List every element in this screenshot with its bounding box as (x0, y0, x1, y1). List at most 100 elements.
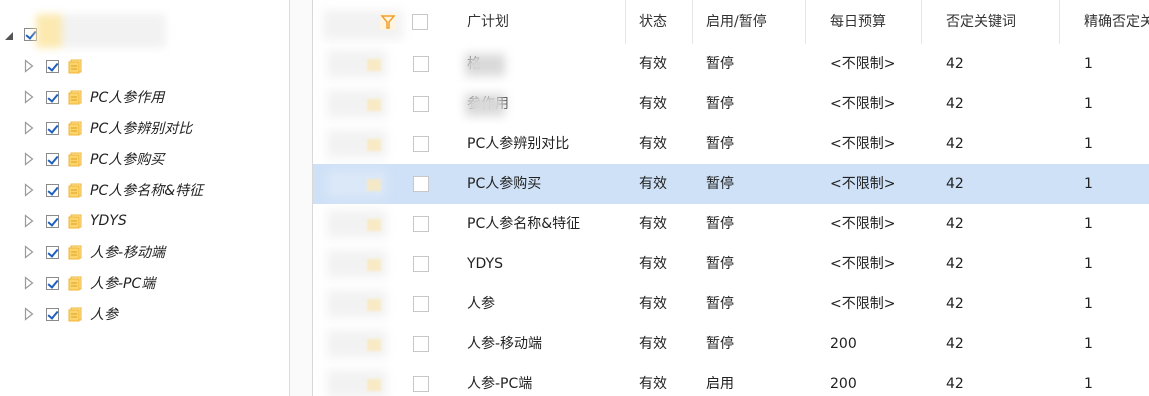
cell-plan: PC人参购买 (467, 176, 542, 192)
cell-exact-negative: 1 (1084, 96, 1093, 112)
tree-item-checkbox[interactable] (46, 121, 59, 135)
table-row[interactable]: PC人参购买 有效 暂停 <不限制> 42 1 (313, 164, 1149, 205)
table-row[interactable]: PC人参辨别对比 有效 暂停 <不限制> 42 1 (313, 124, 1149, 165)
cell-exact-negative: 1 (1084, 56, 1093, 72)
tree-item[interactable]: 人参-PC端 (0, 273, 155, 293)
tree-item-checkbox[interactable] (46, 276, 59, 290)
tree-root[interactable] (0, 24, 37, 44)
redacted-root-label (36, 14, 166, 48)
cell-exact-negative: 1 (1084, 296, 1093, 312)
tree-item-checkbox[interactable] (46, 59, 59, 73)
table-row[interactable]: 人参-PC端 有效 启用 200 42 1 (313, 364, 1149, 396)
tree-item[interactable]: PC人参作用 (0, 87, 164, 107)
row-checkbox[interactable] (413, 256, 429, 272)
cell-plan: 人参-移动端 (467, 336, 543, 352)
table-row[interactable]: 参作用有效暂停<不限制>421 (313, 84, 1149, 125)
cell-budget: <不限制> (830, 256, 896, 272)
tree-item[interactable]: YDYS (0, 211, 127, 231)
row-status-icon (367, 179, 381, 191)
row-checkbox[interactable] (413, 136, 429, 152)
cell-negative-keywords: 42 (946, 216, 964, 232)
cell-enabled: 暂停 (706, 256, 734, 272)
cell-negative-keywords: 42 (946, 256, 964, 272)
col-plan[interactable]: 广计划 (441, 0, 626, 44)
tree-item-label: PC人参购买 (90, 152, 165, 168)
triangle-right-icon[interactable] (24, 90, 34, 104)
tree-item-checkbox[interactable] (46, 214, 59, 228)
tree-item-checkbox[interactable] (46, 307, 59, 321)
cell-status: 有效 (639, 96, 667, 112)
row-status-icon (367, 99, 381, 111)
cell-budget: <不限制> (830, 176, 896, 192)
tree-item-label: 人参-移动端 (90, 245, 166, 261)
cell-enabled: 暂停 (706, 176, 734, 192)
row-status-icon (367, 259, 381, 271)
folder-icon (68, 59, 82, 74)
cell-enabled: 暂停 (706, 136, 734, 152)
cell-exact-negative: 1 (1084, 376, 1093, 392)
triangle-right-icon[interactable] (24, 245, 34, 259)
triangle-down-icon[interactable] (4, 29, 14, 40)
cell-status: 有效 (639, 56, 667, 72)
triangle-right-icon[interactable] (24, 152, 34, 166)
tree-item[interactable]: PC人参名称&特征 (0, 180, 203, 200)
tree-item-checkbox[interactable] (46, 152, 59, 166)
tree-item-checkbox[interactable] (46, 245, 59, 259)
tree-item[interactable]: PC人参辨别对比 (0, 118, 192, 138)
cell-negative-keywords: 42 (946, 96, 964, 112)
cell-enabled: 暂停 (706, 56, 734, 72)
folder-icon (68, 183, 82, 198)
row-checkbox[interactable] (413, 216, 429, 232)
triangle-right-icon[interactable] (24, 59, 34, 73)
cell-negative-keywords: 42 (946, 376, 964, 392)
folder-icon (68, 90, 82, 105)
triangle-right-icon[interactable] (24, 214, 34, 228)
tree-item[interactable]: 人参-移动端 (0, 242, 165, 262)
table-row[interactable]: 人参-移动端 有效 暂停 200 42 1 (313, 324, 1149, 365)
cell-budget: <不限制> (830, 56, 896, 72)
cell-exact-negative: 1 (1084, 176, 1093, 192)
col-status[interactable]: 状态 (626, 0, 693, 44)
table-row[interactable]: YDYS 有效 暂停 <不限制> 42 1 (313, 244, 1149, 285)
splitter-gap (290, 0, 312, 396)
triangle-right-icon[interactable] (24, 121, 34, 135)
col-budget[interactable]: 每日预算 (806, 0, 922, 44)
cell-status: 有效 (639, 336, 667, 352)
cell-negative-keywords: 42 (946, 136, 964, 152)
filter-icon[interactable] (379, 13, 397, 31)
tree-item-checkbox[interactable] (46, 183, 59, 197)
folder-icon (68, 121, 82, 136)
table-row[interactable]: 人参 有效 暂停 <不限制> 42 1 (313, 284, 1149, 325)
cell-budget: 200 (830, 336, 857, 352)
table-row[interactable]: PC人参名称&特征 有效 暂停 <不限制> 42 1 (313, 204, 1149, 245)
row-checkbox[interactable] (413, 296, 429, 312)
cell-plan: 人参 (467, 296, 495, 312)
cell-exact-negative: 1 (1084, 216, 1093, 232)
cell-enabled: 暂停 (706, 96, 734, 112)
cell-negative-keywords: 42 (946, 336, 964, 352)
tree-item-label: PC人参辨别对比 (90, 121, 193, 137)
row-checkbox[interactable] (413, 376, 429, 392)
select-all-checkbox[interactable] (412, 14, 428, 30)
row-status-icon (367, 219, 381, 231)
triangle-right-icon[interactable] (24, 307, 34, 321)
col-enabled[interactable]: 启用/暂停 (693, 0, 806, 44)
folder-icon (68, 276, 82, 291)
col-exact-negative[interactable]: 精确否定关 (1060, 0, 1149, 44)
col-negative-keywords[interactable]: 否定关键词 (922, 0, 1060, 44)
tree-item[interactable] (0, 56, 90, 76)
table-row[interactable]: 格有效暂停<不限制>421 (313, 44, 1149, 85)
cell-budget: <不限制> (830, 296, 896, 312)
tree-item-checkbox[interactable] (46, 90, 59, 104)
tree-item[interactable]: PC人参购买 (0, 149, 164, 169)
row-checkbox[interactable] (413, 96, 429, 112)
cell-plan: PC人参名称&特征 (467, 216, 581, 232)
triangle-right-icon[interactable] (24, 276, 34, 290)
cell-budget: 200 (830, 376, 857, 392)
row-checkbox[interactable] (413, 56, 429, 72)
tree-item[interactable]: 人参 (0, 304, 118, 324)
row-checkbox[interactable] (413, 176, 429, 192)
row-checkbox[interactable] (413, 336, 429, 352)
triangle-right-icon[interactable] (24, 183, 34, 197)
tree-item-label: YDYS (90, 213, 127, 229)
